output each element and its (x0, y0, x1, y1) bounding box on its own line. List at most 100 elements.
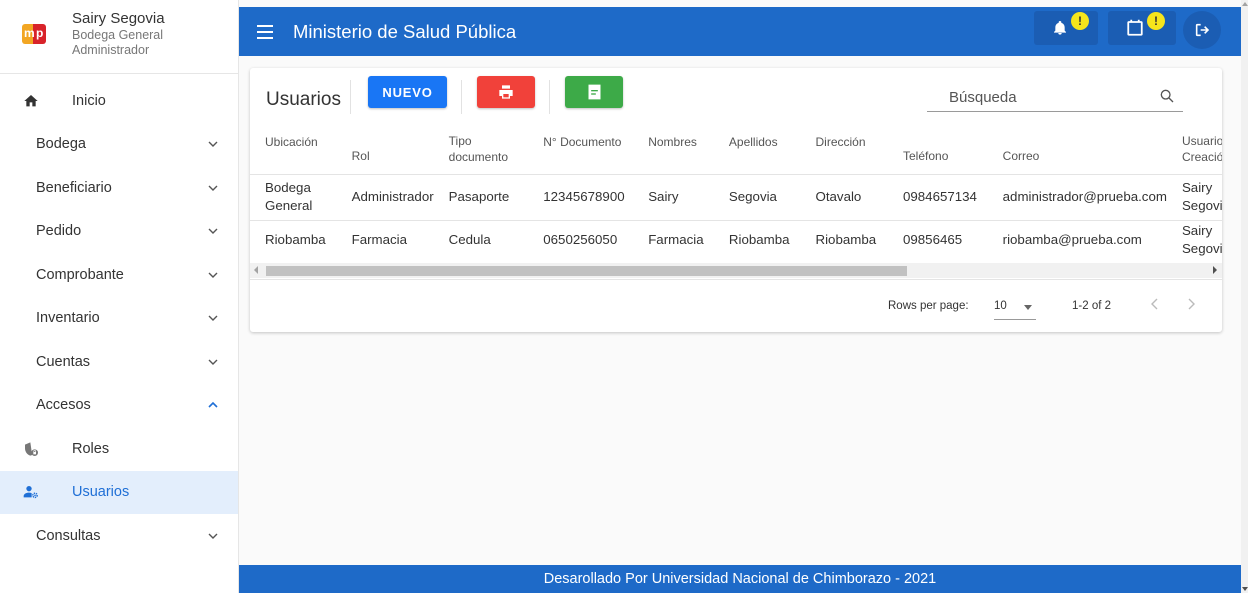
chevron-down-icon (208, 272, 218, 278)
table-cell: 0650256050 (528, 219, 634, 260)
user-gear-icon (23, 486, 38, 499)
sidebar-item-label: Bodega (36, 136, 86, 153)
table-cell: Riobamba (250, 219, 337, 260)
sidebar-item-label: Pedido (36, 223, 82, 240)
table-cell: 0984657134 (888, 173, 988, 220)
table-cell: Bodega General (250, 173, 337, 220)
table-cell: administrador@prueba.com (987, 173, 1167, 220)
column-header-ubicacion[interactable]: Ubicación (250, 124, 337, 174)
shield-lock-icon (25, 442, 38, 456)
sidebar-item-label: Accesos (36, 397, 91, 414)
chevron-up-icon (208, 402, 218, 408)
profile-location: Bodega General (72, 28, 164, 42)
sidebar-item-accesos[interactable]: Accesos (0, 384, 238, 428)
column-header-correo[interactable]: Correo (988, 124, 1167, 174)
sidebar-item-inicio[interactable]: Inicio (0, 79, 238, 123)
scroll-up-arrow-icon[interactable] (1242, 2, 1248, 6)
sidebar-item-beneficiario[interactable]: Beneficiario (0, 166, 238, 210)
next-page-icon[interactable] (1185, 296, 1197, 312)
table-cell: Riobamba (800, 219, 888, 260)
toolbar-divider (549, 80, 550, 114)
table-header-row: Ubicación Rol Tipo documento N° Document… (250, 124, 1222, 174)
sidebar-item-pedido[interactable]: Pedido (0, 210, 238, 254)
table-cell: Sairy Segovia (1166, 173, 1222, 220)
page-footer: Desarollado Por Universidad Nacional de … (239, 565, 1241, 593)
sidebar-item-usuarios[interactable]: Usuarios (0, 470, 238, 514)
rows-per-page-label: Rows per page: (888, 300, 969, 312)
scroll-left-arrow-icon[interactable] (254, 266, 258, 274)
table-cell: 09856465 (888, 219, 988, 260)
chevron-down-icon (208, 185, 218, 191)
printer-icon (499, 85, 513, 99)
table-cell: Farmacia (633, 219, 714, 260)
column-header-direccion[interactable]: Dirección (801, 124, 889, 174)
column-header-rol[interactable]: Rol (337, 124, 434, 174)
menu-icon[interactable] (257, 24, 273, 39)
sidebar-item-comprobante[interactable]: Comprobante (0, 253, 238, 297)
column-header-nombres[interactable]: Nombres (633, 124, 714, 174)
search-field (927, 84, 1183, 112)
table-cell: riobamba@prueba.com (987, 219, 1167, 260)
table-cell: Farmacia (336, 219, 434, 260)
vertical-scrollbar[interactable] (1241, 0, 1248, 593)
column-header-apellidos[interactable]: Apellidos (714, 124, 801, 174)
page-range: 1-2 of 2 (1072, 300, 1111, 312)
dropdown-arrow-icon (1024, 305, 1032, 310)
table-cell: Segovia (713, 173, 801, 220)
logout-icon (1195, 23, 1210, 37)
sidebar-item-roles[interactable]: Roles (0, 427, 238, 471)
sidebar-item-bodega[interactable]: Bodega (0, 123, 238, 167)
sidebar-item-label: Inicio (72, 92, 106, 109)
users-table: Ubicación Rol Tipo documento N° Document… (250, 124, 1222, 260)
column-header-numero-documento[interactable]: N° Documento (528, 124, 633, 174)
sidebar-item-label: Roles (72, 440, 110, 457)
column-header-usuario-creacion[interactable]: Usuario Creación (1167, 124, 1222, 174)
previous-page-icon[interactable] (1149, 296, 1161, 312)
table-cell: Pasaporte (433, 173, 529, 220)
calendar-button[interactable]: ! (1108, 11, 1176, 45)
column-header-telefono[interactable]: Teléfono (888, 124, 988, 174)
document-icon (588, 84, 600, 100)
export-button[interactable] (565, 76, 623, 108)
table-cell: Cedula (433, 219, 529, 260)
table-cell: Riobamba (713, 219, 801, 260)
sidebar-item-cuentas[interactable]: Cuentas (0, 340, 238, 384)
scroll-down-arrow-icon[interactable] (1242, 587, 1248, 591)
scroll-right-arrow-icon[interactable] (1213, 266, 1217, 274)
search-icon[interactable] (1159, 88, 1175, 104)
pagination: Rows per page: 10 1-2 of 2 (250, 280, 1222, 332)
calendar-badge: ! (1147, 12, 1165, 30)
users-card: Usuarios NUEVO Ubicación Rol Tipo docume… (250, 68, 1222, 332)
sidebar-item-label: Beneficiario (36, 179, 112, 196)
table-row[interactable]: Riobamba Farmacia Cedula 0650256050 Farm… (250, 219, 1222, 260)
logout-button[interactable] (1183, 11, 1221, 49)
profile-role: Administrador (72, 43, 150, 57)
sidebar-item-label: Comprobante (36, 266, 124, 283)
sidebar-item-label: Inventario (36, 310, 100, 327)
chevron-down-icon (208, 315, 218, 322)
sidebar-item-consultas[interactable]: Consultas (0, 514, 238, 558)
table-cell: Sairy (633, 173, 714, 220)
horizontal-scrollbar[interactable] (250, 263, 1222, 278)
top-app-bar: Ministerio de Salud Pública ! ! (239, 7, 1241, 56)
chevron-down-icon (208, 533, 218, 539)
toolbar-divider (461, 80, 462, 114)
table-row[interactable]: Bodega General Administrador Pasaporte 1… (250, 173, 1222, 220)
notifications-button[interactable]: ! (1034, 11, 1098, 45)
column-header-tipo-documento[interactable]: Tipo documento (434, 124, 529, 174)
new-button[interactable]: NUEVO (368, 76, 447, 108)
sidebar-menu: Inicio Bodega Beneficiario Pedido Compro… (0, 79, 238, 558)
scrollbar-thumb[interactable] (266, 266, 907, 276)
search-input[interactable] (949, 84, 1149, 110)
sidebar-item-inventario[interactable]: Inventario (0, 297, 238, 341)
table-cell: Administrador (336, 173, 434, 220)
profile-name: Sairy Segovia (72, 10, 165, 27)
rows-per-page-select[interactable]: 10 (994, 294, 1036, 320)
page-title: Usuarios (266, 89, 341, 110)
print-button[interactable] (477, 76, 535, 108)
notification-badge: ! (1071, 12, 1089, 30)
chevron-down-icon (208, 228, 218, 235)
user-profile: m p Sairy Segovia Bodega General Adminis… (0, 0, 238, 74)
home-icon (24, 94, 38, 107)
chevron-down-icon (208, 359, 218, 365)
